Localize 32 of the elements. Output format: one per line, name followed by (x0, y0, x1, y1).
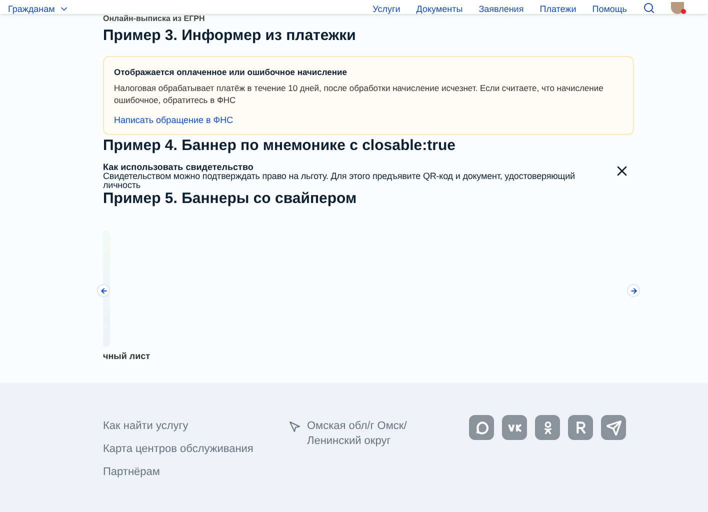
section-title: Пример 3. Информер из платежки (103, 26, 357, 46)
slide-caption: чный лист (103, 350, 150, 363)
social-icon[interactable] (601, 415, 626, 440)
footer-link[interactable]: Как найти услугу (103, 419, 289, 433)
nav-link[interactable]: Помощь (592, 4, 627, 14)
social-icon[interactable] (535, 415, 560, 440)
nav-link[interactable]: Документы (416, 4, 463, 14)
social-icon[interactable] (502, 415, 527, 440)
previous-button[interactable] (97, 284, 110, 297)
banner-heading: Как использовать свидетельство (103, 162, 254, 172)
social-icon[interactable] (469, 415, 494, 440)
informer-heading: Отображается оплаченное или ошибочное начисление (114, 66, 348, 78)
footer-link[interactable]: Карта центров обслуживания (103, 442, 289, 456)
section-caption: Онлайн-выписка из ЕГРН (103, 14, 206, 24)
left-arrow-icon (100, 286, 108, 294)
informer-text: Налоговая обрабатывает платёж в течение 10 дней, после обработки начисление исчезнет. Если считаете, что начисление ошибочное, обратитесь в ФНС (114, 82, 604, 106)
section-title: Пример 4. Баннер по мнемонике с closable:true (103, 136, 456, 156)
banner-text: Свидетельством можно подтверждать право на льготу. Для этого предъявите QR-код и документ, удостоверяющий личность (103, 172, 576, 190)
nav-link[interactable]: Платежи (540, 4, 576, 14)
nav-link[interactable]: Услуги (372, 4, 400, 14)
search-icon[interactable] (643, 2, 655, 14)
right-arrow-icon (630, 286, 638, 294)
social-icon[interactable] (568, 415, 593, 440)
location-text: Омская обл/г Омск/ Ленинский округ (307, 419, 408, 449)
nav-link[interactable]: Заявления (478, 4, 524, 14)
next-button[interactable] (627, 284, 640, 297)
section-title: Пример 5. Баннеры со свайпером (103, 190, 358, 208)
informer-link[interactable]: Написать обращение в ФНС (114, 114, 623, 126)
footer-link[interactable]: Партнёрам (103, 465, 289, 479)
avatar[interactable] (671, 2, 684, 14)
menu-link[interactable]: Гражданам (8, 4, 69, 14)
location-icon (289, 421, 301, 433)
